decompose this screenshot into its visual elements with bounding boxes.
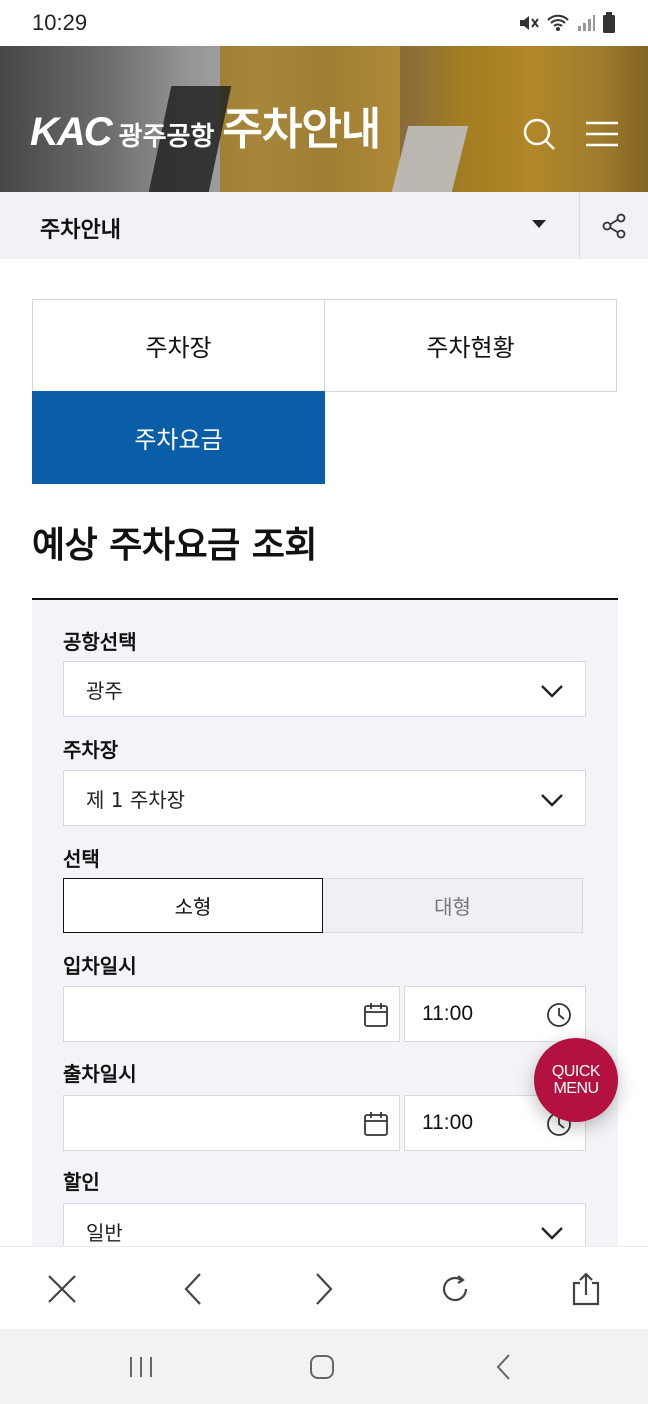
- home-icon: [310, 1355, 334, 1379]
- share-button[interactable]: [579, 192, 648, 259]
- exit-label: 출차일시: [63, 1062, 137, 1086]
- vehicle-segmented: 소형 대형: [63, 878, 583, 933]
- battery-icon: [603, 12, 615, 33]
- mute-icon: [520, 16, 539, 30]
- back-icon: [496, 1354, 510, 1380]
- clock-icon[interactable]: [545, 1001, 573, 1029]
- parking-lot-label: 주차장: [63, 738, 119, 762]
- chevron-left-icon: [184, 1273, 201, 1305]
- status-time: 10:29: [32, 10, 88, 35]
- section-title: 예상 주차요금 조회: [32, 525, 318, 566]
- fee-form: 공항선택 광주 주차장 제 1 주차장 선택 소형 대형 입차일시 11:00 …: [32, 598, 618, 1298]
- recent-apps-icon: [130, 1357, 152, 1377]
- entry-label: 입차일시: [63, 954, 137, 978]
- reload-icon: [442, 1275, 468, 1302]
- home-button[interactable]: [302, 1349, 342, 1385]
- airport-value: 광주: [86, 678, 123, 703]
- share-page-button[interactable]: [564, 1267, 608, 1311]
- caret-down-icon[interactable]: [532, 220, 546, 228]
- tab-parking-fee[interactable]: 주차요금: [32, 391, 325, 484]
- chevron-down-icon: [541, 794, 563, 807]
- airport-label: 공항선택: [63, 630, 137, 654]
- menu-button[interactable]: [582, 114, 622, 154]
- tab-parking-lot[interactable]: 주차장: [32, 299, 325, 392]
- quick-menu-line2: MENU: [553, 1080, 599, 1097]
- entry-time-input[interactable]: 11:00: [404, 986, 586, 1042]
- exit-date-input[interactable]: [63, 1095, 400, 1151]
- system-nav-bar: [0, 1329, 648, 1404]
- calendar-icon[interactable]: [363, 1001, 389, 1029]
- parking-tabs: 주차장 주차현황 주차요금: [32, 299, 617, 484]
- header-banner: KAC 광주공항 주차안내: [0, 46, 648, 192]
- chevron-down-icon: [541, 1227, 563, 1240]
- reload-button[interactable]: [433, 1267, 477, 1311]
- discount-value: 일반: [86, 1220, 123, 1245]
- parking-lot-value: 제 1 주차장: [86, 787, 186, 812]
- chevron-down-icon: [541, 685, 563, 698]
- subnav-current[interactable]: 주차안내: [40, 212, 121, 244]
- forward-button[interactable]: [302, 1267, 346, 1311]
- screen: 10:29 KAC 광주공항 주차안내 주차안내 주차장 주차현황 주차요금 예…: [0, 0, 648, 1404]
- signal-icon: [578, 15, 595, 31]
- brand[interactable]: KAC 광주공항 주차안내: [30, 104, 381, 155]
- status-bar: 10:29: [0, 0, 648, 46]
- exit-time-value: 11:00: [422, 1111, 473, 1134]
- quick-menu-button[interactable]: QUICK MENU: [534, 1038, 618, 1122]
- hamburger-icon: [586, 121, 618, 147]
- chevron-right-icon: [316, 1273, 333, 1305]
- page-title: 주차안내: [222, 104, 381, 155]
- back-button[interactable]: [171, 1267, 215, 1311]
- airport-name: 광주공항: [118, 122, 215, 152]
- wifi-icon: [547, 14, 569, 31]
- discount-label: 할인: [63, 1170, 100, 1194]
- entry-date-input[interactable]: [63, 986, 400, 1042]
- calendar-icon[interactable]: [363, 1110, 389, 1138]
- tab-parking-status[interactable]: 주차현황: [324, 299, 617, 392]
- share-icon: [602, 213, 626, 238]
- vehicle-large-button[interactable]: 대형: [323, 878, 583, 933]
- recent-apps-button[interactable]: [121, 1349, 161, 1385]
- quick-menu-line1: QUICK: [551, 1063, 601, 1080]
- airport-select[interactable]: 광주: [63, 661, 586, 717]
- close-icon: [48, 1275, 76, 1303]
- parking-lot-select[interactable]: 제 1 주차장: [63, 770, 586, 826]
- vehicle-label: 선택: [63, 847, 100, 871]
- upload-share-icon: [572, 1272, 600, 1306]
- status-icons: [518, 12, 616, 34]
- vehicle-small-button[interactable]: 소형: [63, 878, 323, 933]
- entry-time-value: 11:00: [422, 1002, 473, 1025]
- close-tab-button[interactable]: [40, 1267, 84, 1311]
- browser-toolbar: [0, 1246, 648, 1329]
- kac-logo: KAC: [30, 110, 113, 154]
- system-back-button[interactable]: [484, 1349, 524, 1385]
- subnav: 주차안내: [0, 192, 648, 259]
- search-button[interactable]: [519, 114, 559, 154]
- search-icon: [523, 118, 555, 150]
